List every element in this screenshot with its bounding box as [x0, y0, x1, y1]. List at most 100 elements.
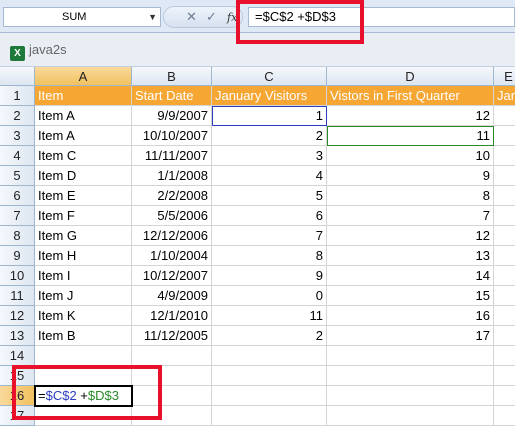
column-header-c[interactable]: C [212, 67, 327, 86]
cell-e14[interactable] [494, 346, 515, 366]
cell-c8[interactable]: 7 [212, 226, 327, 246]
cell-d17[interactable] [327, 406, 494, 426]
cell-e17[interactable] [494, 406, 515, 426]
cell-b8[interactable]: 12/12/2006 [132, 226, 212, 246]
column-header-e[interactable]: E [494, 67, 515, 86]
select-all-corner[interactable] [0, 67, 35, 86]
cell-a12[interactable]: Item K [35, 306, 132, 326]
cell-a4[interactable]: Item C [35, 146, 132, 166]
cell-e4[interactable] [494, 146, 515, 166]
column-header-b[interactable]: B [132, 67, 212, 86]
cell-c9[interactable]: 8 [212, 246, 327, 266]
chevron-down-icon[interactable]: ▼ [148, 8, 157, 26]
cell-a1[interactable]: Item [35, 86, 132, 106]
row-header-11[interactable]: 11 [0, 286, 35, 306]
cell-c6[interactable]: 5 [212, 186, 327, 206]
cell-b7[interactable]: 5/5/2006 [132, 206, 212, 226]
cell-e11[interactable] [494, 286, 515, 306]
cell-a14[interactable] [35, 346, 132, 366]
cell-c15[interactable] [212, 366, 327, 386]
cell-c17[interactable] [212, 406, 327, 426]
cell-a2[interactable]: Item A [35, 106, 132, 126]
row-header-7[interactable]: 7 [0, 206, 35, 226]
cell-e6[interactable] [494, 186, 515, 206]
cell-d16[interactable] [327, 386, 494, 406]
row-header-13[interactable]: 13 [0, 326, 35, 346]
cell-d7[interactable]: 7 [327, 206, 494, 226]
cell-c12[interactable]: 11 [212, 306, 327, 326]
cell-e16[interactable] [494, 386, 515, 406]
cell-e3[interactable] [494, 126, 515, 146]
cell-a3[interactable]: Item A [35, 126, 132, 146]
cell-e9[interactable] [494, 246, 515, 266]
cell-b11[interactable]: 4/9/2009 [132, 286, 212, 306]
cell-d5[interactable]: 9 [327, 166, 494, 186]
cell-e8[interactable] [494, 226, 515, 246]
cell-c7[interactable]: 6 [212, 206, 327, 226]
cell-a11[interactable]: Item J [35, 286, 132, 306]
row-header-1[interactable]: 1 [0, 86, 35, 106]
cell-b10[interactable]: 10/12/2007 [132, 266, 212, 286]
checkmark-icon[interactable]: ✓ [206, 9, 217, 25]
cell-d8[interactable]: 12 [327, 226, 494, 246]
column-header-a[interactable]: A [35, 67, 132, 86]
cell-d11[interactable]: 15 [327, 286, 494, 306]
cell-b4[interactable]: 11/11/2007 [132, 146, 212, 166]
row-header-6[interactable]: 6 [0, 186, 35, 206]
cell-b3[interactable]: 10/10/2007 [132, 126, 212, 146]
cell-a16[interactable]: =$C$2 +$D$3 [34, 385, 133, 407]
column-header-d[interactable]: D [327, 67, 494, 86]
cell-d14[interactable] [327, 346, 494, 366]
cell-e15[interactable] [494, 366, 515, 386]
cell-d10[interactable]: 14 [327, 266, 494, 286]
cell-d6[interactable]: 8 [327, 186, 494, 206]
cell-c13[interactable]: 2 [212, 326, 327, 346]
cell-e1[interactable]: Jan [494, 86, 515, 106]
cell-a9[interactable]: Item H [35, 246, 132, 266]
cell-c14[interactable] [212, 346, 327, 366]
cell-c2[interactable]: 1 [212, 106, 327, 126]
cell-c16[interactable] [212, 386, 327, 406]
cell-a5[interactable]: Item D [35, 166, 132, 186]
cell-a7[interactable]: Item F [35, 206, 132, 226]
cell-c5[interactable]: 4 [212, 166, 327, 186]
cell-b1[interactable]: Start Date [132, 86, 212, 106]
row-header-8[interactable]: 8 [0, 226, 35, 246]
cell-b6[interactable]: 2/2/2008 [132, 186, 212, 206]
cell-d4[interactable]: 10 [327, 146, 494, 166]
cell-e12[interactable] [494, 306, 515, 326]
cell-e2[interactable] [494, 106, 515, 126]
cell-e7[interactable] [494, 206, 515, 226]
cell-b9[interactable]: 1/10/2004 [132, 246, 212, 266]
cell-c3[interactable]: 2 [212, 126, 327, 146]
row-header-9[interactable]: 9 [0, 246, 35, 266]
cell-e5[interactable] [494, 166, 515, 186]
cancel-icon[interactable]: ✕ [186, 9, 197, 25]
cell-e13[interactable] [494, 326, 515, 346]
row-header-4[interactable]: 4 [0, 146, 35, 166]
cell-d12[interactable]: 16 [327, 306, 494, 326]
cell-a13[interactable]: Item B [35, 326, 132, 346]
cell-d13[interactable]: 17 [327, 326, 494, 346]
name-box[interactable]: SUM ▼ [3, 7, 161, 27]
row-header-3[interactable]: 3 [0, 126, 35, 146]
cell-d2[interactable]: 12 [327, 106, 494, 126]
cell-e10[interactable] [494, 266, 515, 286]
row-header-12[interactable]: 12 [0, 306, 35, 326]
cell-b5[interactable]: 1/1/2008 [132, 166, 212, 186]
cell-c4[interactable]: 3 [212, 146, 327, 166]
row-header-2[interactable]: 2 [0, 106, 35, 126]
cell-c11[interactable]: 0 [212, 286, 327, 306]
row-header-10[interactable]: 10 [0, 266, 35, 286]
row-header-14[interactable]: 14 [0, 346, 35, 366]
cell-b13[interactable]: 11/12/2005 [132, 326, 212, 346]
row-header-5[interactable]: 5 [0, 166, 35, 186]
cell-d1[interactable]: Vistors in First Quarter [327, 86, 494, 106]
cell-a6[interactable]: Item E [35, 186, 132, 206]
cell-d3[interactable]: 11 [327, 126, 494, 146]
cell-c10[interactable]: 9 [212, 266, 327, 286]
cell-d9[interactable]: 13 [327, 246, 494, 266]
cell-c1[interactable]: January Visitors [212, 86, 327, 106]
cell-b2[interactable]: 9/9/2007 [132, 106, 212, 126]
cell-b14[interactable] [132, 346, 212, 366]
